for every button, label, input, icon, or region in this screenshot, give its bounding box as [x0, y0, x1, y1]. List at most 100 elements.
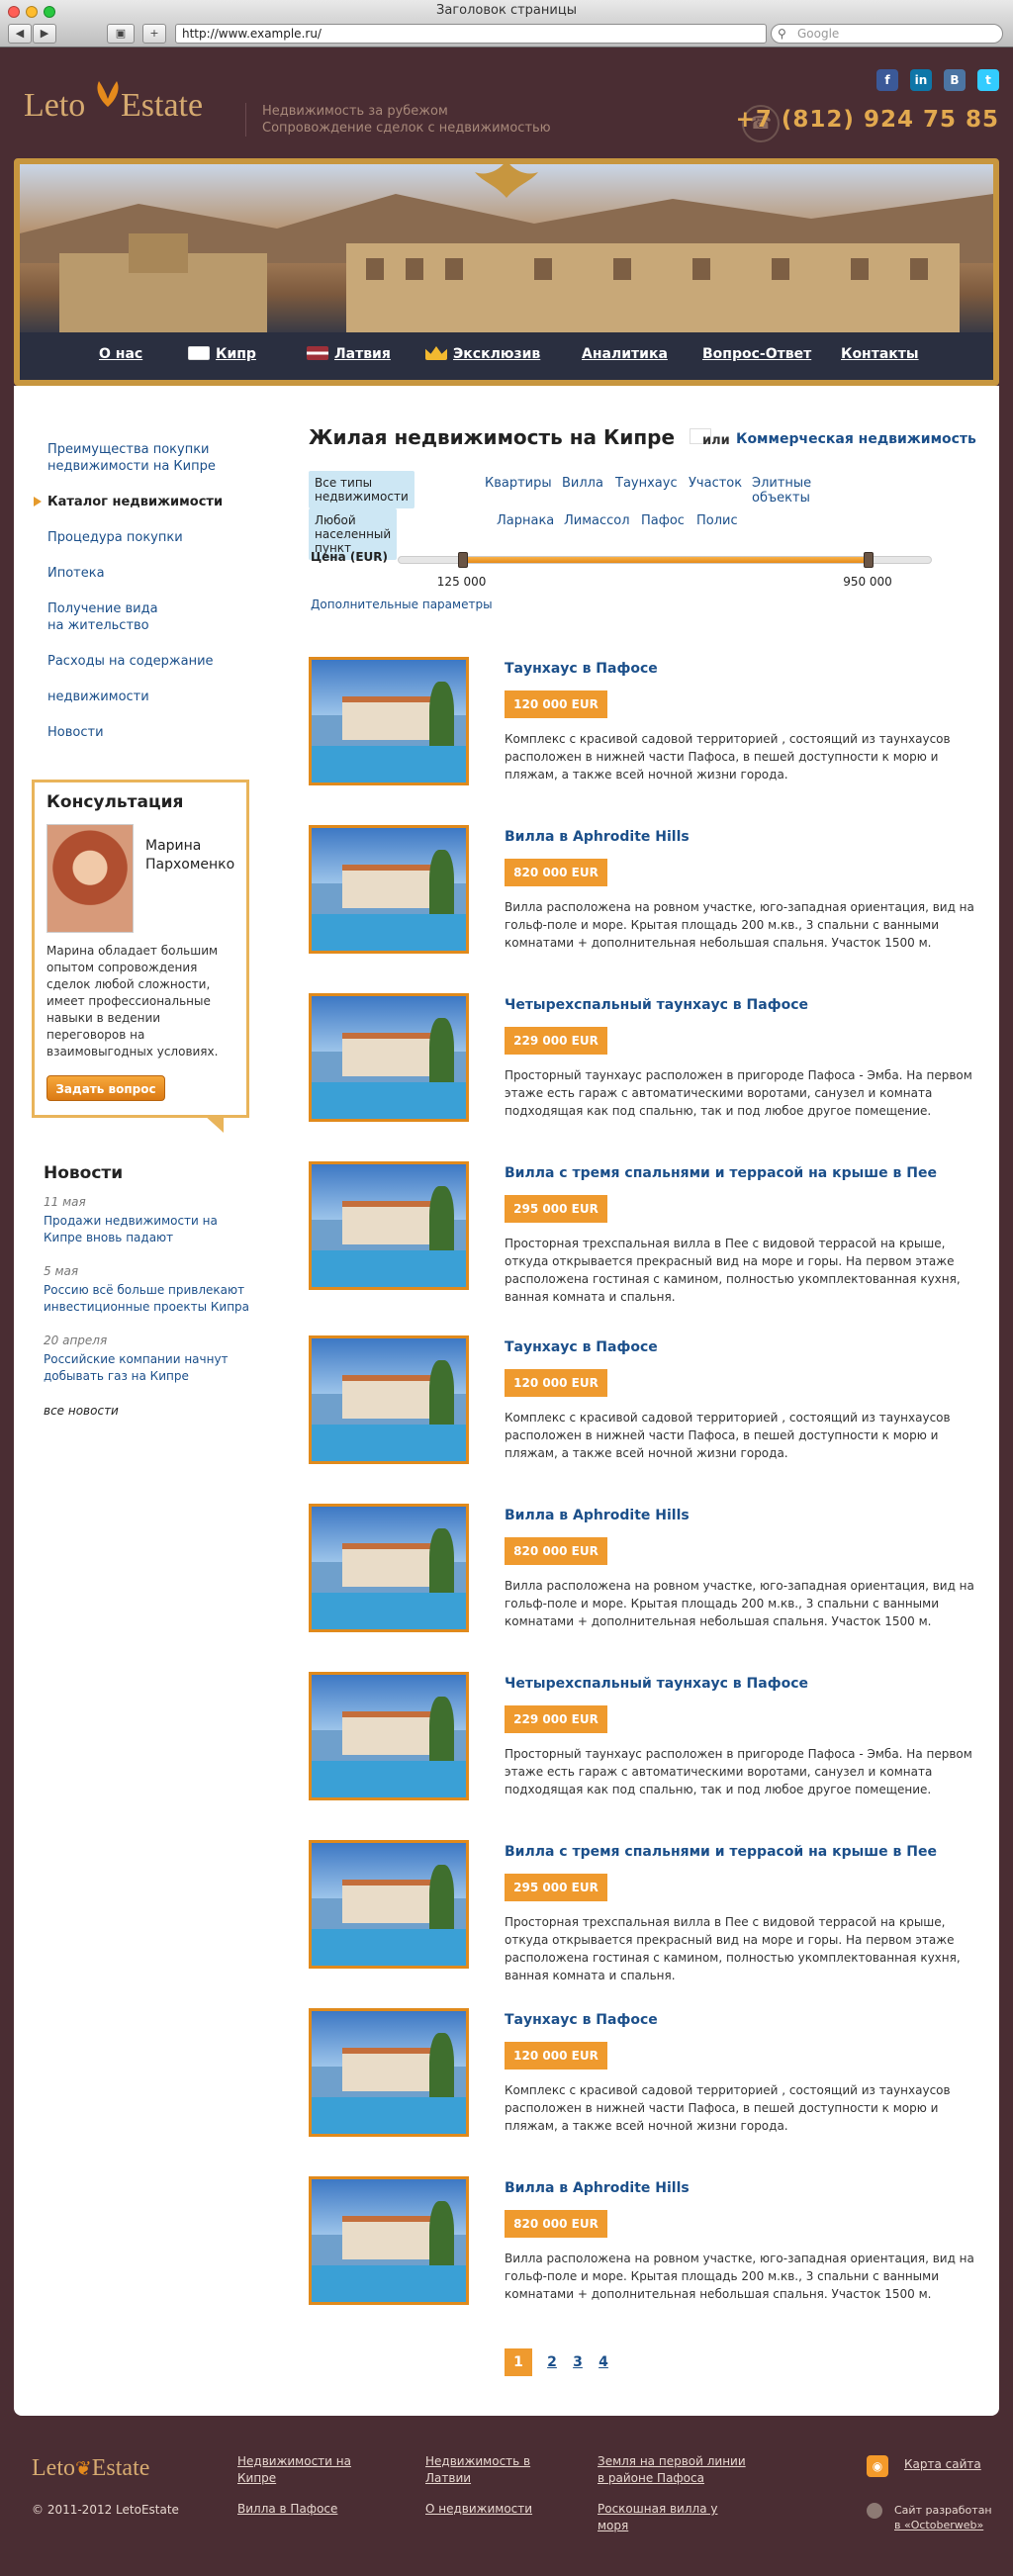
footer-link[interactable]: Роскошная вилла у моря: [598, 2501, 746, 2534]
nav-item-latvia-label: Латвия: [334, 346, 391, 362]
price-min-value: 125 000: [436, 575, 487, 589]
search-input[interactable]: ⚲ Google: [771, 24, 1003, 44]
rss-icon[interactable]: ◉: [867, 2455, 888, 2477]
news-link[interactable]: Россию всё больше привлекают инвестицион…: [44, 1282, 251, 1316]
new-tab-button[interactable]: +: [142, 24, 166, 44]
nav-item-latvia[interactable]: Латвия: [307, 346, 391, 362]
sidebar-item-procedure[interactable]: Процедура покупки: [47, 529, 245, 546]
screenshot-button[interactable]: ▣: [107, 24, 135, 44]
listing-title[interactable]: Вилла с тремя спальнями и террасой на кр…: [505, 1844, 937, 1860]
type-filter-option[interactable]: Элитные объекты: [752, 476, 811, 506]
phone-number[interactable]: +7 (812) 924 75 85: [736, 107, 999, 133]
listing-photo[interactable]: [309, 1161, 469, 1290]
listing-photo-pool: [312, 913, 466, 951]
forward-button[interactable]: ▶: [33, 24, 56, 44]
site-logo[interactable]: Leto Estate: [24, 77, 222, 127]
listing-photo[interactable]: [309, 2176, 469, 2305]
site-tagline: Недвижимость за рубежом Сопровождение сд…: [245, 103, 551, 137]
close-window-button[interactable]: [8, 6, 20, 18]
copyright: © 2011-2012 LetoEstate: [32, 2503, 179, 2517]
sidebar-item-catalog[interactable]: Каталог недвижимости: [34, 494, 245, 510]
type-filter-option[interactable]: Таунхаус: [615, 476, 678, 491]
sidebar-item-costs[interactable]: Расходы на содержание: [47, 653, 245, 670]
back-button[interactable]: ◀: [8, 24, 32, 44]
butterfly-logo-icon: ❦: [74, 2458, 92, 2480]
nav-item-exclusive[interactable]: Эксклюзив: [425, 346, 540, 362]
sidebar-item-news[interactable]: Новости: [47, 724, 245, 741]
listing-photo-building: [342, 2048, 435, 2091]
footer-col-3: Земля на первой линии в районе Пафоса Ро…: [598, 2453, 746, 2534]
footer-logo[interactable]: Leto❦Estate: [32, 2455, 149, 2482]
page-4-link[interactable]: 4: [590, 2348, 617, 2376]
footer-link[interactable]: Земля на первой линии в районе Пафоса: [598, 2453, 746, 2487]
butterfly-logo-icon: [97, 81, 119, 107]
sitemap-link[interactable]: Карта сайта: [904, 2457, 981, 2471]
window-titlebar: Заголовок страницы: [0, 0, 1013, 22]
listing-title[interactable]: Четырехспальный таунхаус в Пафосе: [505, 1676, 808, 1692]
logo-text-leto: Leto: [24, 87, 86, 124]
sidebar-item-advantages[interactable]: Преимущества покупки недвижимости на Кип…: [47, 441, 216, 475]
listing-photo[interactable]: [309, 993, 469, 1122]
listing-photo[interactable]: [309, 1840, 469, 1969]
sidebar-item-property[interactable]: недвижимости: [47, 689, 245, 705]
footer-link[interactable]: Недвижимость в Латвии: [425, 2453, 534, 2487]
price-max-handle[interactable]: [864, 552, 875, 568]
type-filter-selected[interactable]: Все типы недвижимости: [309, 471, 414, 508]
page-2-link[interactable]: 2: [538, 2348, 566, 2376]
listing-photo[interactable]: [309, 2008, 469, 2137]
news-link[interactable]: Российские компании начнут добывать газ …: [44, 1351, 251, 1385]
footer-link[interactable]: О недвижимости: [425, 2501, 534, 2518]
nav-item-cyprus[interactable]: Кипр: [188, 346, 256, 362]
type-filter-option[interactable]: Вилла: [562, 476, 603, 491]
listing-title[interactable]: Таунхаус в Пафосе: [505, 2012, 658, 2028]
more-params-link[interactable]: Дополнительные параметры: [311, 598, 493, 611]
listing-title[interactable]: Вилла в Aphrodite Hills: [505, 2180, 690, 2196]
vkontakte-icon[interactable]: B: [944, 69, 966, 91]
listing-price: 820 000 EUR: [505, 859, 607, 886]
listing-title[interactable]: Четырехспальный таунхаус в Пафосе: [505, 997, 808, 1013]
window-title: Заголовок страницы: [436, 3, 577, 18]
all-news-link[interactable]: все новости: [44, 1403, 251, 1420]
place-filter-option[interactable]: Ларнака: [497, 513, 554, 528]
minimize-window-button[interactable]: [26, 6, 38, 18]
listing-photo[interactable]: [309, 825, 469, 954]
nav-item-faq[interactable]: Вопрос-Ответ: [702, 346, 811, 362]
listing-title[interactable]: Вилла в Aphrodite Hills: [505, 1508, 690, 1523]
place-filter-option[interactable]: Полис: [696, 513, 738, 528]
sidebar-item-residence[interactable]: Получение вида на жительство: [47, 600, 166, 634]
facebook-icon[interactable]: f: [876, 69, 898, 91]
page-1-link[interactable]: 1: [505, 2348, 532, 2376]
sidebar-item-mortgage[interactable]: Ипотека: [47, 565, 245, 582]
listing-title[interactable]: Вилла в Aphrodite Hills: [505, 829, 690, 845]
listing-photo[interactable]: [309, 1672, 469, 1800]
back-arrow-icon: ◀: [15, 27, 25, 40]
type-filter-option[interactable]: Участок: [689, 476, 742, 491]
footer-link[interactable]: Вилла в Пафосе: [237, 2501, 356, 2518]
twitter-icon[interactable]: t: [977, 69, 999, 91]
listing-photo-tree: [428, 2201, 454, 2275]
listing-photo[interactable]: [309, 1335, 469, 1464]
linkedin-icon[interactable]: in: [910, 69, 932, 91]
nav-item-contacts[interactable]: Контакты: [841, 346, 919, 362]
footer-link[interactable]: Недвижимости на Кипре: [237, 2453, 356, 2487]
developer-credit-line-2[interactable]: в «Octoberweb»: [894, 2518, 992, 2532]
commercial-property-link[interactable]: Коммерческая недвижимость: [736, 431, 976, 447]
type-filter-option[interactable]: Квартиры: [485, 476, 552, 491]
place-filter-option[interactable]: Пафос: [641, 513, 685, 528]
nav-item-about[interactable]: О нас: [99, 346, 142, 362]
listing-photo[interactable]: [309, 657, 469, 785]
page-3-link[interactable]: 3: [564, 2348, 592, 2376]
ask-question-button[interactable]: Задать вопрос: [46, 1075, 165, 1101]
url-input[interactable]: http://www.example.ru/: [175, 24, 767, 44]
listing-title[interactable]: Таунхаус в Пафосе: [505, 1339, 658, 1355]
zoom-window-button[interactable]: [44, 6, 55, 18]
listing-price: 820 000 EUR: [505, 2210, 607, 2238]
price-min-handle[interactable]: [457, 552, 468, 568]
listing-title[interactable]: Таунхаус в Пафосе: [505, 661, 658, 677]
price-slider[interactable]: 125 000 950 000: [398, 552, 932, 589]
listing-photo[interactable]: [309, 1504, 469, 1632]
news-link[interactable]: Продажи недвижимости на Кипре вновь пада…: [44, 1213, 251, 1246]
listing-title[interactable]: Вилла с тремя спальнями и террасой на кр…: [505, 1165, 937, 1181]
place-filter-option[interactable]: Лимассол: [564, 513, 630, 528]
nav-item-analytics[interactable]: Аналитика: [582, 346, 668, 362]
